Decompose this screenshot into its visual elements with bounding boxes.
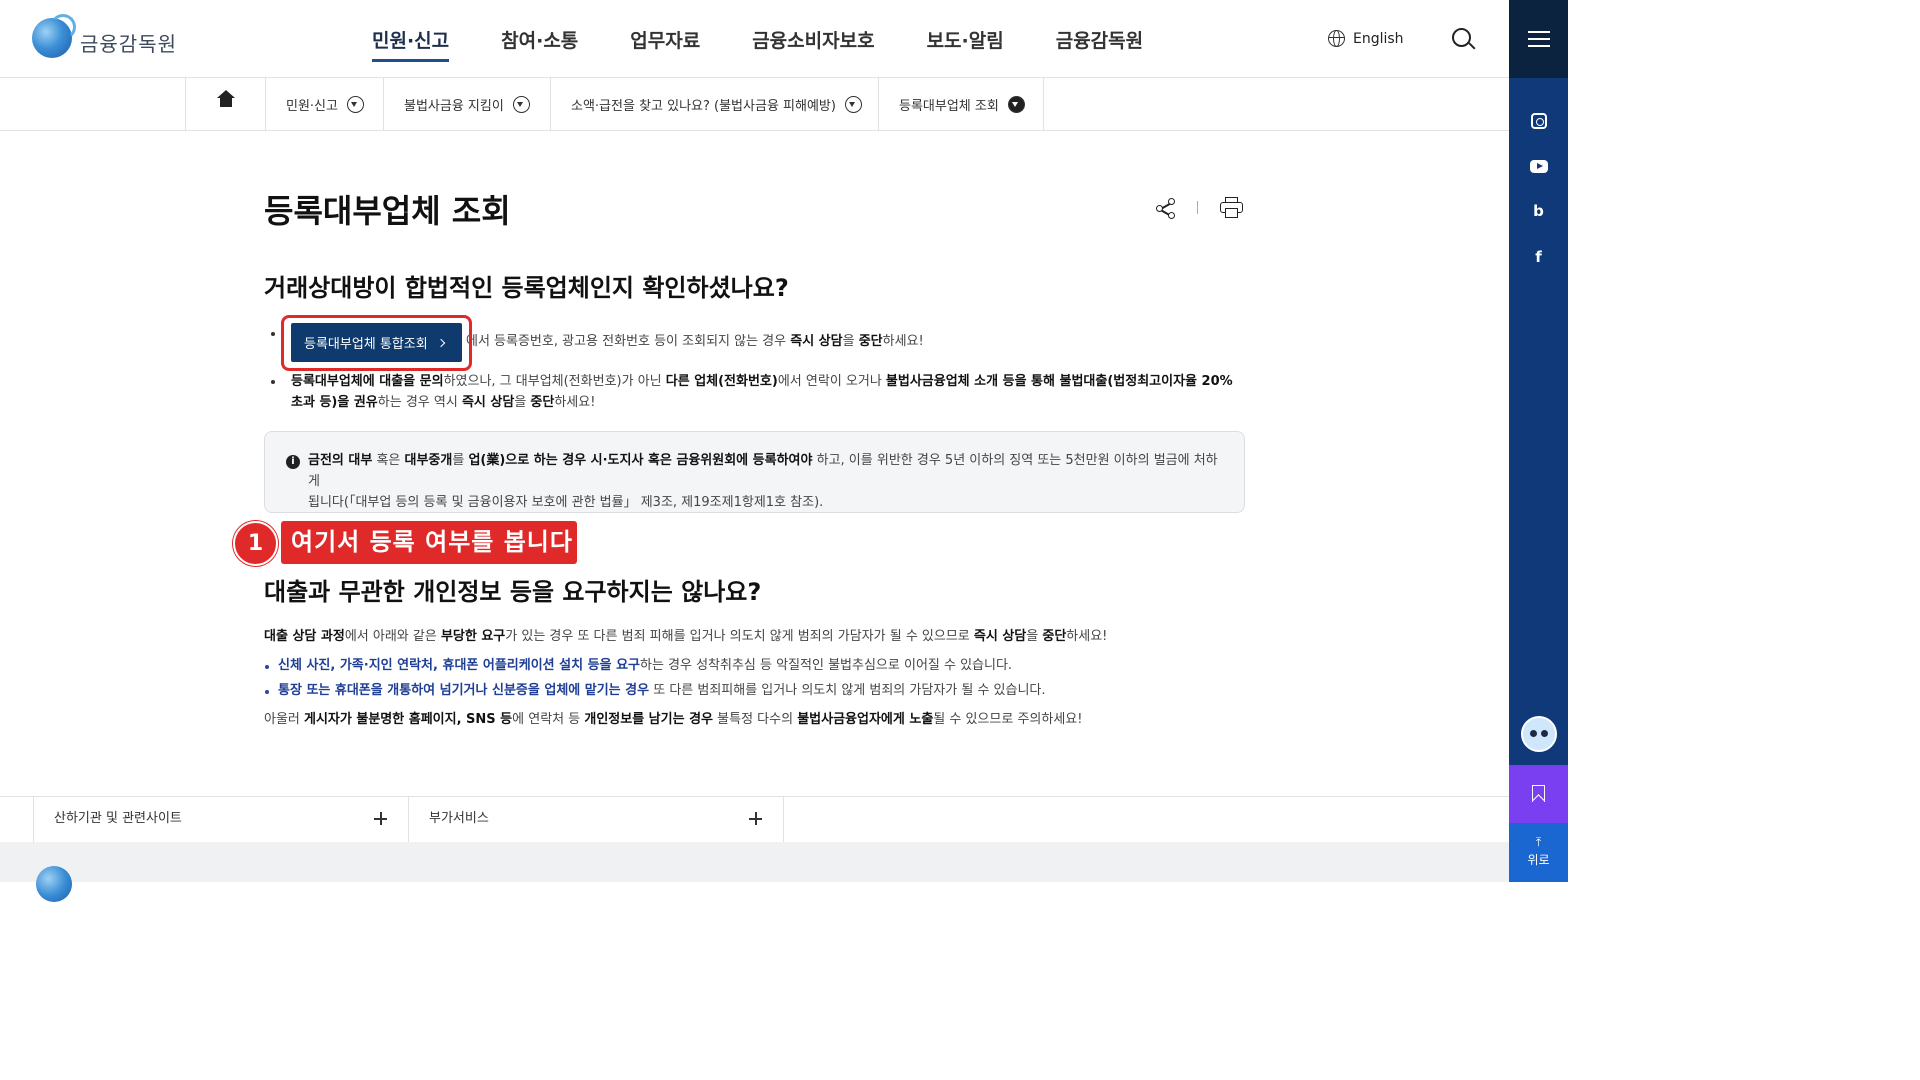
scroll-top-label: 위로 [1527,853,1550,867]
nav-press[interactable]: 보도·알림 [927,26,1004,62]
bullet [265,665,269,669]
main-navigation: 민원·신고 참여·소통 업무자료 금융소비자보호 보도·알림 금융감독원 [372,26,1143,62]
plus-icon [374,812,387,825]
breadcrumb-item-4[interactable]: 등록대부업체 조회 [878,78,1044,130]
divider [1197,201,1198,214]
footer [0,842,1509,882]
facebook-icon[interactable]: f [1509,248,1568,266]
page: 금융감독원 민원·신고 참여·소통 업무자료 금융소비자보호 보도·알림 금융감… [0,0,1568,902]
footer-logo-icon [36,866,72,902]
bullet [265,690,269,694]
nav-work-materials[interactable]: 업무자료 [630,26,700,62]
section2-list-item-1: 신체 사진, 가족·지인 연락처, 휴대폰 어플리케이션 설치 등을 요구하는 … [278,658,1013,673]
hamburger-menu-icon[interactable] [1509,0,1568,78]
breadcrumb-label: 소액·급전을 찾고 있나요? (불법사금융 피해예방) [571,98,836,114]
footer-related-sites-label: 산하기관 및 관련사이트 [54,811,182,826]
bullet-2-text: 등록대부업체에 대출을 문의하였으나, 그 대부업체(전화번호)가 아닌 다른 … [291,374,1233,410]
chatbot-icon[interactable] [1521,716,1557,752]
site-logo[interactable]: 금융감독원 [32,14,177,58]
breadcrumb-item-2[interactable]: 불법사금융 지킴이 [383,78,550,130]
print-icon[interactable] [1220,197,1243,218]
footer-related-sites[interactable]: 산하기관 및 관련사이트 [33,797,409,842]
bookmark-button[interactable] [1509,765,1568,823]
section-heading-registered: 거래상대방이 합법적인 등록업체인지 확인하셨나요? [264,274,789,302]
info-icon: i [286,455,300,469]
chevron-down-icon [844,95,862,113]
footer-extra-services-label: 부가서비스 [429,811,489,826]
section2-paragraph-1: 대출 상담 과정에서 아래와 같은 부당한 요구가 있는 경우 또 다른 범죄 … [264,629,1108,644]
bookmark-icon [1532,785,1545,802]
nav-participation[interactable]: 참여·소통 [501,26,578,62]
nav-civil-complaint[interactable]: 민원·신고 [372,26,450,62]
chevron-down-icon [346,95,364,113]
youtube-icon[interactable] [1530,160,1548,173]
bullet [271,332,275,336]
search-icon[interactable] [1452,28,1476,50]
bullet [271,380,275,384]
language-link[interactable]: English [1328,30,1404,47]
footer-links-bar: 산하기관 및 관련사이트 부가서비스 [0,796,1509,842]
section2-list-item-2: 통장 또는 휴대폰을 개통하여 넘기거나 신분증을 업체에 맡기는 경우 또 다… [278,683,1046,698]
home-icon [217,90,235,111]
logo-text: 금융감독원 [80,31,177,56]
legal-notice-text: 금전의 대부 혹은 대부중개를 업(業)으로 하는 경우 시·도지사 혹은 금융… [308,453,1218,510]
breadcrumb-item-3[interactable]: 소액·급전을 찾고 있나요? (불법사금융 피해예방) [550,78,878,130]
logo-globe-icon [32,14,76,58]
plus-icon [749,812,762,825]
nav-consumer-protection[interactable]: 금융소비자보호 [752,26,874,62]
chevron-down-icon [512,95,530,113]
language-label: English [1353,30,1404,47]
arrow-up-icon: ⤒ [1535,835,1542,849]
breadcrumb-label: 민원·신고 [286,98,338,114]
breadcrumb-item-1[interactable]: 민원·신고 [265,78,383,130]
chevron-down-icon [1007,95,1025,113]
instagram-icon[interactable] [1531,113,1547,129]
annotation-label: 여기서 등록 여부를 봅니다 [281,521,577,564]
scroll-top-button[interactable]: ⤒ 위로 [1509,823,1568,882]
footer-extra-services[interactable]: 부가서비스 [408,797,784,842]
highlight-box [281,315,472,371]
breadcrumb-label: 불법사금융 지킴이 [404,98,504,114]
bullet-1-text: 에서 등록증번호, 광고용 전화번호 등이 조회되지 않는 경우 즉시 상담을 … [466,334,924,349]
share-icon[interactable] [1156,198,1176,219]
blog-icon[interactable]: b [1509,202,1568,220]
breadcrumb-label: 등록대부업체 조회 [899,98,999,114]
nav-about[interactable]: 금융감독원 [1056,26,1143,62]
section2-paragraph-2: 아울러 게시자가 불분명한 홈페이지, SNS 등에 연락처 등 개인정보를 남… [264,712,1083,727]
section-heading-personal-info: 대출과 무관한 개인정보 등을 요구하지는 않나요? [264,578,762,606]
annotation-step-badge: 1 [233,521,278,566]
site-header: 금융감독원 민원·신고 참여·소통 업무자료 금융소비자보호 보도·알림 금융감… [0,0,1509,78]
globe-icon [1328,30,1345,47]
page-title: 등록대부업체 조회 [264,192,511,230]
